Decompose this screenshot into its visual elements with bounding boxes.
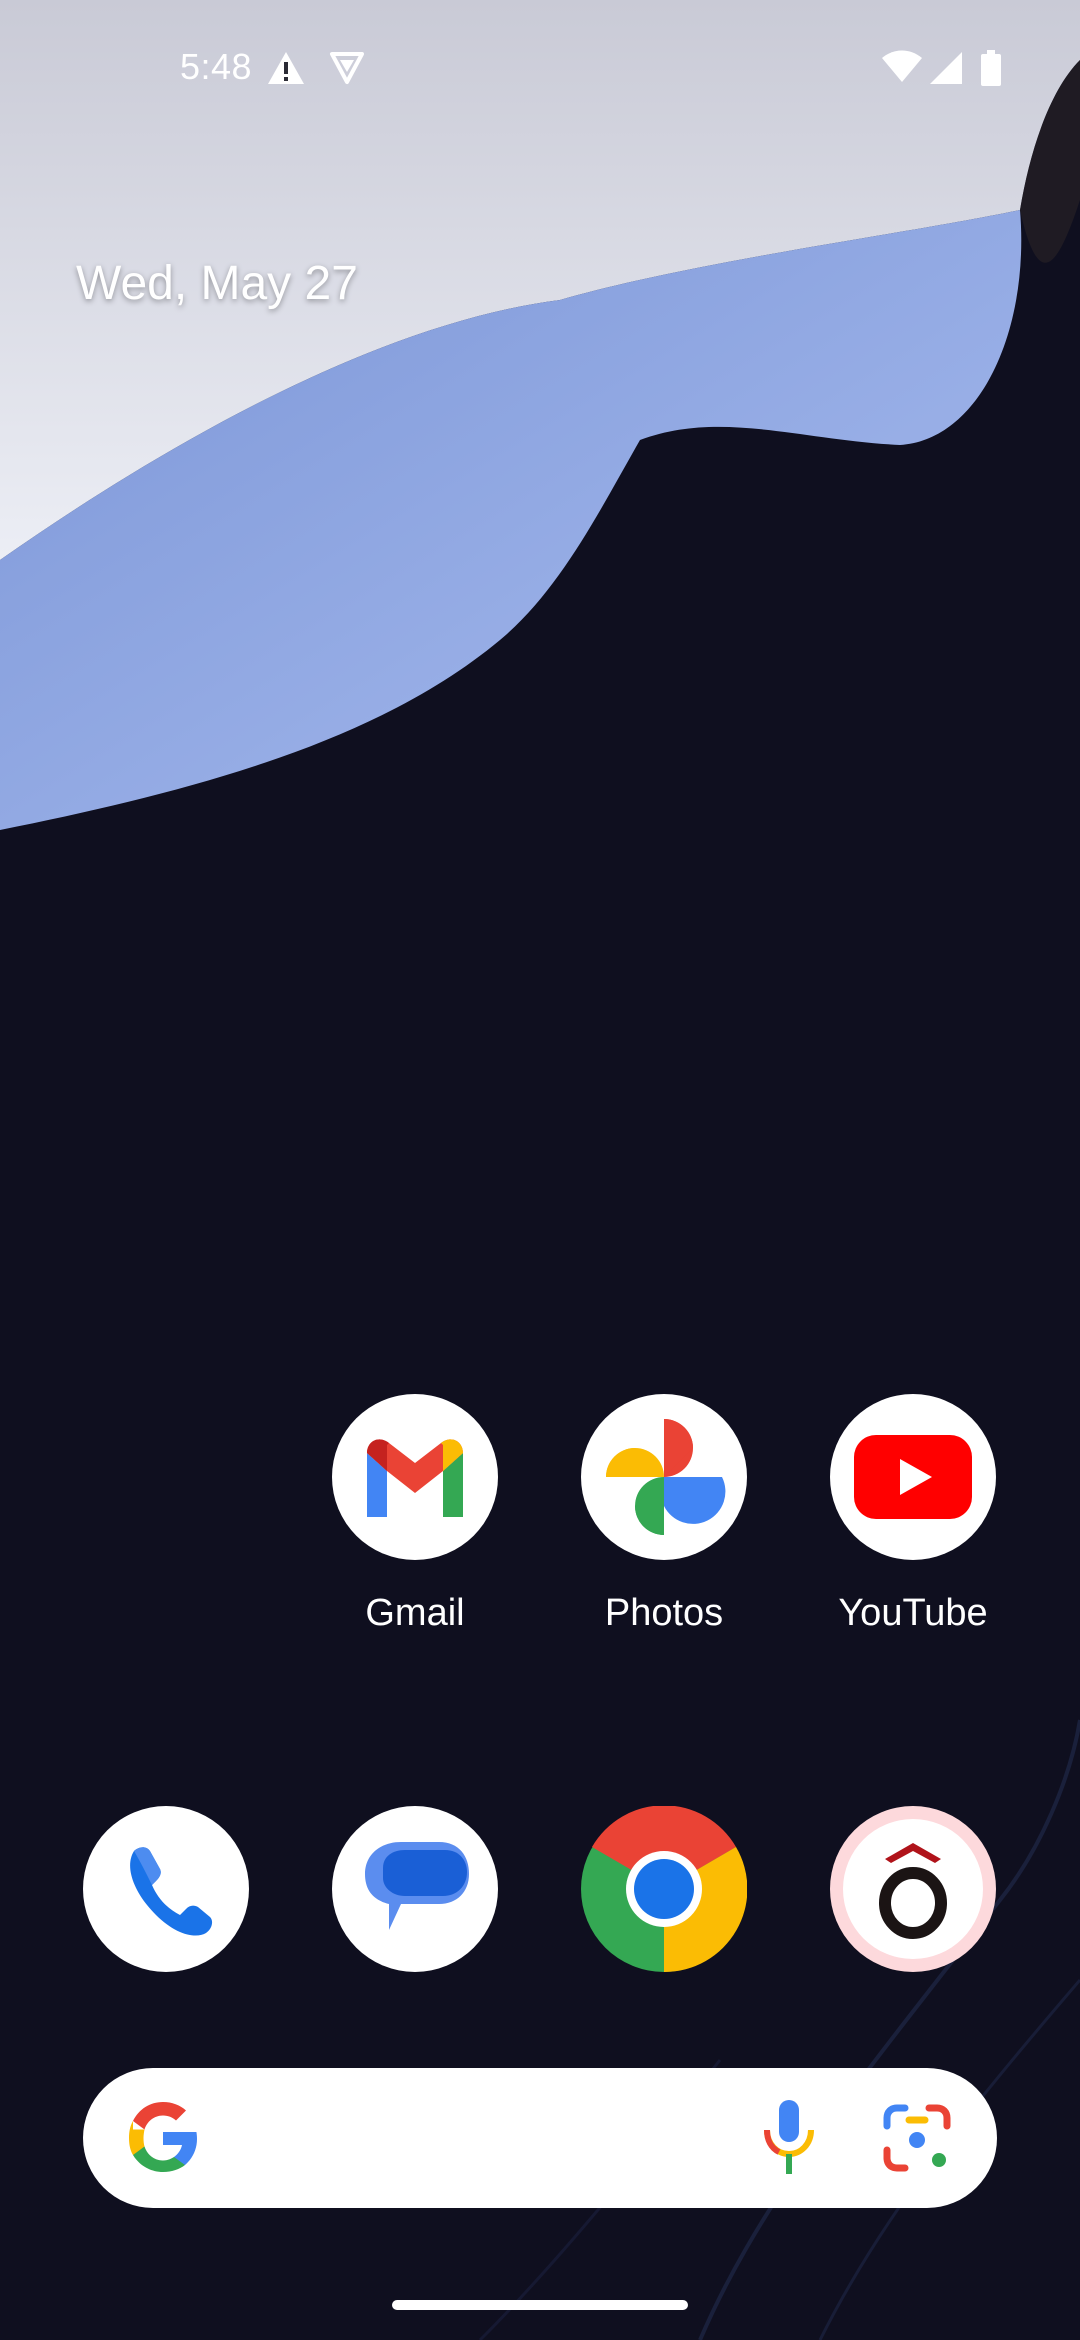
status-time: 5:48 xyxy=(180,46,253,87)
app-photos[interactable]: Photos xyxy=(581,1394,747,1635)
vpn-shield-icon xyxy=(330,52,364,84)
wifi-icon xyxy=(882,50,922,82)
messages-icon xyxy=(332,1806,498,1972)
app-label: Gmail xyxy=(365,1592,465,1634)
chrome-icon xyxy=(581,1806,747,1972)
phone-icon xyxy=(83,1806,249,1972)
google-search-bar[interactable] xyxy=(83,2068,997,2208)
gmail-icon xyxy=(332,1394,498,1560)
google-g-icon xyxy=(129,2102,197,2172)
photos-icon xyxy=(581,1394,747,1560)
dock-phone[interactable] xyxy=(83,1806,249,1972)
o-app-icon xyxy=(830,1806,996,1972)
wallpaper xyxy=(0,0,1080,2340)
alert-triangle-icon xyxy=(268,52,304,84)
app-label: Photos xyxy=(604,1592,724,1634)
microphone-icon[interactable] xyxy=(761,2100,817,2176)
app-gmail[interactable]: Gmail xyxy=(332,1394,498,1635)
dock-chrome[interactable] xyxy=(581,1806,747,1972)
gesture-navigation-bar[interactable] xyxy=(392,2300,688,2310)
cell-signal-icon xyxy=(930,52,962,84)
date-widget[interactable]: Wed, May 27 xyxy=(76,256,358,311)
dock-o-app[interactable] xyxy=(830,1806,996,1972)
dock-messages[interactable] xyxy=(332,1806,498,1972)
google-lens-icon[interactable] xyxy=(883,2104,951,2172)
battery-icon xyxy=(981,50,1001,86)
app-youtube[interactable]: YouTube xyxy=(830,1394,996,1635)
status-bar: 5:48 xyxy=(0,0,1080,140)
app-label: YouTube xyxy=(838,1592,988,1634)
youtube-icon xyxy=(830,1394,996,1560)
